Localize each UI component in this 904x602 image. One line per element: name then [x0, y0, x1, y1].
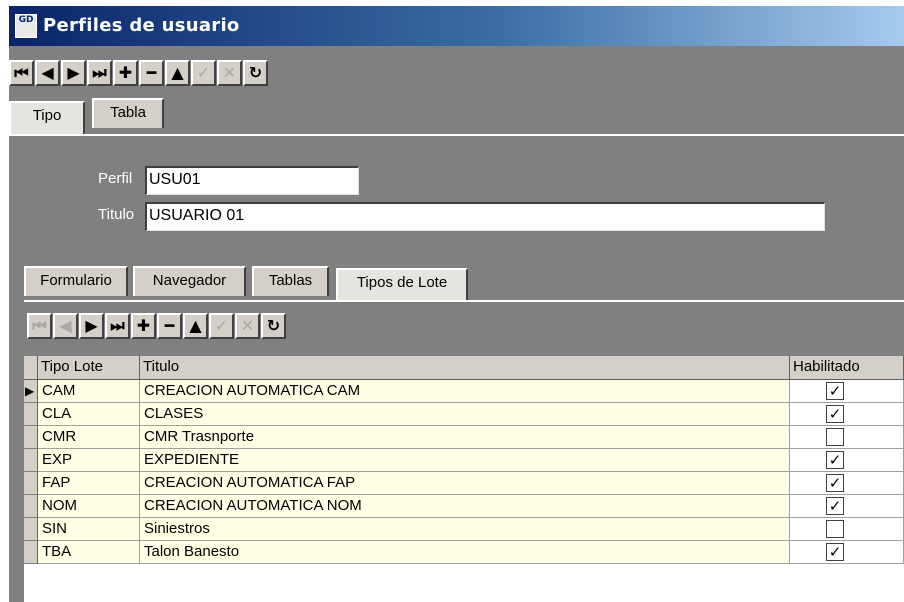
cell-tipo-lote[interactable]: NOM — [38, 495, 140, 518]
habilitado-checkbox[interactable]: ✓ — [826, 405, 844, 423]
habilitado-checkbox[interactable]: ✓ — [826, 543, 844, 561]
cell-habilitado: ✓ — [790, 403, 904, 426]
cancel-record-button[interactable]: ✕ — [217, 60, 242, 86]
row-indicator[interactable] — [24, 426, 38, 449]
refresh-button[interactable]: ↻ — [261, 313, 286, 339]
habilitado-checkbox[interactable] — [826, 520, 844, 538]
last-record-button[interactable]: ⏭ — [105, 313, 130, 339]
table-row[interactable]: NOM CREACION AUTOMATICA NOM ✓ — [24, 495, 904, 518]
prior-record-button[interactable]: ◀ — [53, 313, 78, 339]
cell-titulo[interactable]: CREACION AUTOMATICA CAM — [140, 380, 790, 403]
insert-record-button[interactable]: ✚ — [131, 313, 156, 339]
refresh-button[interactable]: ↻ — [243, 60, 268, 86]
table-row[interactable]: TBA Talon Banesto ✓ — [24, 541, 904, 564]
cell-titulo[interactable]: CLASES — [140, 403, 790, 426]
cell-tipo-lote[interactable]: SIN — [38, 518, 140, 541]
cell-tipo-lote[interactable]: CMR — [38, 426, 140, 449]
cell-titulo[interactable]: Talon Banesto — [140, 541, 790, 564]
inner-panel-border — [24, 300, 904, 302]
titulo-field[interactable]: USUARIO 01 — [145, 202, 825, 231]
cancel-record-button[interactable]: ✕ — [235, 313, 260, 339]
tipos-lote-grid[interactable]: Tipo Lote Titulo Habilitado ▶ CAM CREACION AU… — [24, 356, 904, 602]
cell-tipo-lote[interactable]: TBA — [38, 541, 140, 564]
tab-navegador[interactable]: Navegador — [133, 266, 246, 296]
cell-habilitado: ✓ — [790, 541, 904, 564]
last-record-button[interactable]: ⏭ — [87, 60, 112, 86]
row-indicator[interactable] — [24, 403, 38, 426]
cell-tipo-lote[interactable]: EXP — [38, 449, 140, 472]
cell-tipo-lote[interactable]: FAP — [38, 472, 140, 495]
table-row[interactable]: SIN Siniestros — [24, 518, 904, 541]
table-row[interactable]: ▶ CAM CREACION AUTOMATICA CAM ✓ — [24, 380, 904, 403]
tab-tablas[interactable]: Tablas — [252, 266, 329, 296]
window-title: Perfiles de usuario — [43, 15, 240, 36]
table-row[interactable]: CMR CMR Trasnporte — [24, 426, 904, 449]
row-indicator[interactable] — [24, 449, 38, 472]
tab-formulario[interactable]: Formulario — [24, 266, 128, 296]
title-bar[interactable]: GD Perfiles de usuario — [9, 6, 904, 46]
row-indicator[interactable] — [24, 495, 38, 518]
table-row[interactable]: CLA CLASES ✓ — [24, 403, 904, 426]
cell-titulo[interactable]: CREACION AUTOMATICA NOM — [140, 495, 790, 518]
cell-habilitado: ✓ — [790, 472, 904, 495]
column-header-titulo[interactable]: Titulo — [140, 356, 790, 380]
first-record-button[interactable]: ⏮ — [9, 60, 34, 86]
row-indicator[interactable] — [24, 472, 38, 495]
delete-record-button[interactable]: ━ — [139, 60, 164, 86]
row-pointer-icon: ▶ — [25, 384, 35, 398]
app-icon: GD — [15, 14, 37, 38]
titulo-label: Titulo — [98, 206, 135, 223]
cell-tipo-lote[interactable]: CLA — [38, 403, 140, 426]
cell-habilitado — [790, 518, 904, 541]
delete-record-button[interactable]: ━ — [157, 313, 182, 339]
perfil-field[interactable]: USU01 — [145, 166, 359, 195]
next-record-button[interactable]: ▶ — [61, 60, 86, 86]
habilitado-checkbox[interactable] — [826, 428, 844, 446]
habilitado-checkbox[interactable]: ✓ — [826, 451, 844, 469]
row-indicator[interactable] — [24, 518, 38, 541]
row-indicator[interactable] — [24, 541, 38, 564]
cell-habilitado: ✓ — [790, 495, 904, 518]
perfil-label: Perfil — [98, 170, 133, 187]
cell-tipo-lote[interactable]: CAM — [38, 380, 140, 403]
tab-tipos-de-lote[interactable]: Tipos de Lote — [336, 268, 468, 302]
cell-titulo[interactable]: EXPEDIENTE — [140, 449, 790, 472]
cell-habilitado: ✓ — [790, 449, 904, 472]
habilitado-checkbox[interactable]: ✓ — [826, 497, 844, 515]
prior-record-button[interactable]: ◀ — [35, 60, 60, 86]
cell-titulo[interactable]: CMR Trasnporte — [140, 426, 790, 449]
edit-record-button[interactable]: ▲ — [165, 60, 190, 86]
current-row-indicator[interactable]: ▶ — [24, 380, 38, 403]
insert-record-button[interactable]: ✚ — [113, 60, 138, 86]
post-record-button[interactable]: ✓ — [209, 313, 234, 339]
cell-habilitado: ✓ — [790, 380, 904, 403]
post-record-button[interactable]: ✓ — [191, 60, 216, 86]
cell-habilitado — [790, 426, 904, 449]
first-record-button[interactable]: ⏮ — [27, 313, 52, 339]
perfiles-window: GD Perfiles de usuario ⏮ ◀ ▶ ⏭ ✚ ━ ▲ ✓ ✕ ↻ Tipo T… — [0, 0, 904, 602]
tipo-panel: Perfil USU01 Titulo USUARIO 01 — [7, 134, 904, 270]
tab-tipo[interactable]: Tipo — [9, 101, 85, 134]
habilitado-checkbox[interactable]: ✓ — [826, 382, 844, 400]
column-header-habilitado[interactable]: Habilitado — [790, 356, 904, 380]
cell-titulo[interactable]: CREACION AUTOMATICA FAP — [140, 472, 790, 495]
cell-titulo[interactable]: Siniestros — [140, 518, 790, 541]
column-header-tipo-lote[interactable]: Tipo Lote — [38, 356, 140, 380]
next-record-button[interactable]: ▶ — [79, 313, 104, 339]
table-row[interactable]: FAP CREACION AUTOMATICA FAP ✓ — [24, 472, 904, 495]
habilitado-checkbox[interactable]: ✓ — [826, 474, 844, 492]
tab-tabla[interactable]: Tabla — [92, 98, 164, 128]
grid-header-corner — [24, 356, 38, 380]
table-row[interactable]: EXP EXPEDIENTE ✓ — [24, 449, 904, 472]
edit-record-button[interactable]: ▲ — [183, 313, 208, 339]
